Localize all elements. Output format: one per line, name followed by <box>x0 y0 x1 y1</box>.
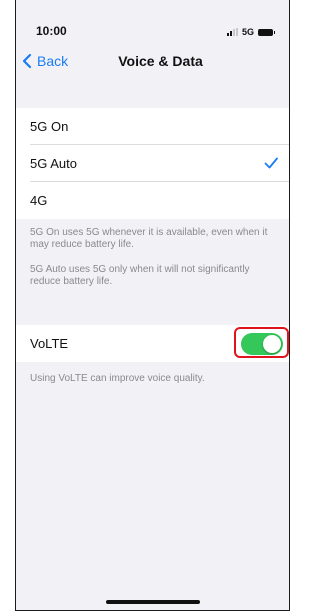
status-indicators: 5G <box>226 27 275 37</box>
phone-screen: 10:00 5G Back Voice & Data 5G On 5G Auto <box>15 0 290 611</box>
network-mode-group: 5G On 5G Auto 4G <box>16 108 289 219</box>
network-type: 5G <box>241 27 254 37</box>
toggle-knob <box>263 335 281 353</box>
signal-bars-icon <box>226 28 238 36</box>
option-4g[interactable]: 4G <box>16 182 289 219</box>
footnote-5g-auto: 5G Auto uses 5G only when it will not si… <box>30 264 250 287</box>
navigation-bar: Back Voice & Data <box>16 46 289 82</box>
footnote-5g-on: 5G On uses 5G whenever it is available, … <box>30 227 268 250</box>
battery-icon <box>258 28 275 36</box>
home-indicator[interactable] <box>105 600 200 604</box>
checkmark-icon <box>264 157 278 169</box>
option-label: 5G Auto <box>30 156 77 171</box>
option-label: 5G On <box>30 119 69 134</box>
status-bar: 10:00 5G <box>16 0 289 46</box>
footnote-volte: Using VoLTE can improve voice quality. <box>30 373 205 384</box>
page-title: Voice & Data <box>118 53 203 69</box>
volte-label: VoLTE <box>30 336 69 351</box>
volte-group: VoLTE <box>16 325 289 362</box>
volte-row: VoLTE <box>16 325 289 362</box>
option-5g-auto[interactable]: 5G Auto <box>16 145 289 182</box>
volte-toggle[interactable] <box>241 333 283 355</box>
status-time: 10:00 <box>36 24 67 38</box>
option-label: 4G <box>30 193 48 208</box>
option-5g-on[interactable]: 5G On <box>16 108 289 145</box>
